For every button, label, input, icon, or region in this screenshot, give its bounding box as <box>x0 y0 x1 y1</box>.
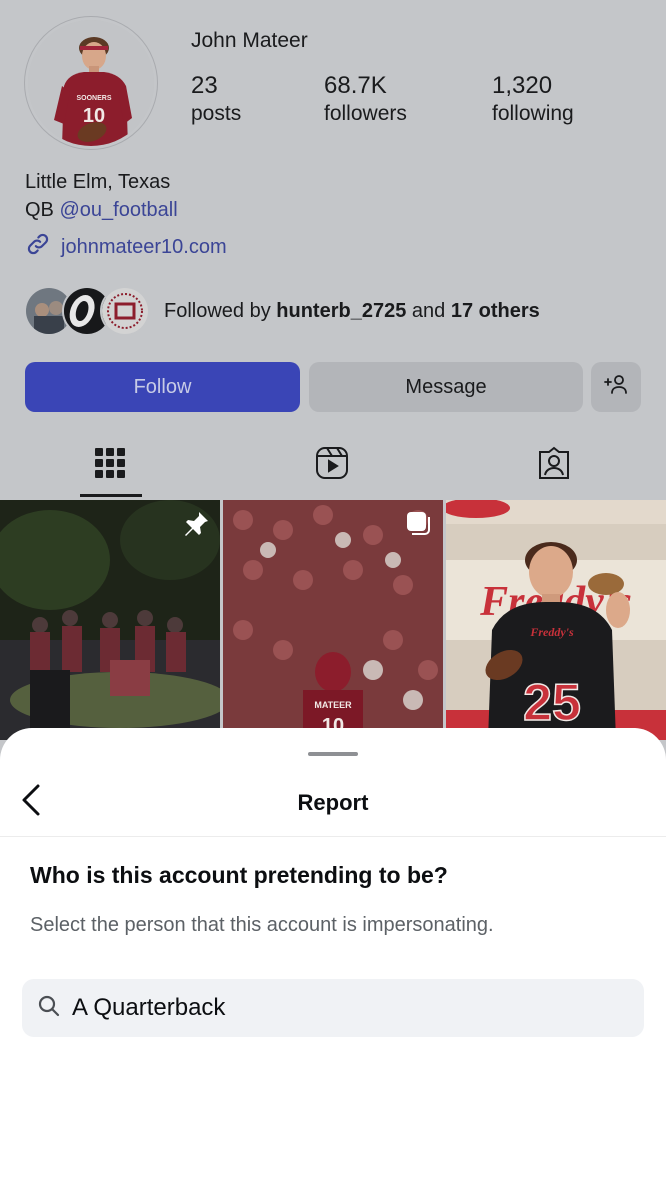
stat-posts-value: 23 <box>191 72 218 99</box>
followed-by[interactable]: Followed by hunterb_2725 and 17 others <box>24 285 540 337</box>
stat-posts-label: posts <box>191 102 242 125</box>
stat-following[interactable]: 1,320 following <box>492 72 574 126</box>
search-input[interactable] <box>72 994 632 1022</box>
post-3-photo: Freddy's Freddy's 25 <box>446 500 666 740</box>
suggested-users-button[interactable] <box>591 362 641 412</box>
sheet-title: Report <box>297 790 369 815</box>
grid-icon <box>94 447 126 484</box>
add-person-icon <box>604 374 628 400</box>
followed-by-and: and <box>411 299 446 322</box>
stat-followers[interactable]: 68.7K followers <box>324 72 407 126</box>
bio-role: QB <box>25 199 54 221</box>
stat-posts[interactable]: 23 posts <box>191 72 241 126</box>
link-icon <box>25 231 51 263</box>
bio: Little Elm, Texas QB @ou_football <box>25 168 178 224</box>
message-button[interactable]: Message <box>309 362 583 412</box>
sheet-divider <box>0 836 666 837</box>
profile-view: SOONERS 10 John Mateer 23 posts 68.7K fo… <box>0 0 666 740</box>
avatar: SOONERS 10 <box>28 20 154 146</box>
sheet-drag-handle[interactable] <box>308 752 358 756</box>
tab-posts-grid[interactable] <box>80 440 140 490</box>
followed-by-others: 17 others <box>450 299 540 322</box>
grid-post-1[interactable] <box>0 500 220 740</box>
svg-text:SOONERS: SOONERS <box>76 95 111 102</box>
active-tab-indicator <box>80 494 142 497</box>
stat-following-value: 1,320 <box>492 72 553 99</box>
avatar-photo: SOONERS 10 <box>28 20 154 146</box>
tagged-icon <box>537 446 571 485</box>
bio-role-line: QB @ou_football <box>25 196 178 224</box>
tab-tagged[interactable] <box>524 440 584 490</box>
search-field[interactable] <box>22 979 644 1037</box>
followed-by-text: Followed by hunterb_2725 and 17 others <box>164 300 540 323</box>
pin-icon <box>182 510 210 543</box>
followed-by-user: hunterb_2725 <box>276 299 407 322</box>
svg-text:25: 25 <box>523 674 581 732</box>
carousel-icon <box>405 510 433 543</box>
grid-post-2[interactable]: MATEER 10 <box>223 500 443 740</box>
website-text: johnmateer10.com <box>61 235 227 258</box>
bio-location: Little Elm, Texas <box>25 171 171 193</box>
report-subtitle: Select the person that this account is i… <box>30 914 494 936</box>
search-icon <box>38 995 60 1022</box>
website-link[interactable]: johnmateer10.com <box>25 231 227 263</box>
follow-button[interactable]: Follow <box>25 362 300 412</box>
grid-post-3[interactable]: Freddy's Freddy's 25 <box>446 500 666 740</box>
svg-text:MATEER: MATEER <box>314 700 352 710</box>
svg-text:Freddy's: Freddy's <box>529 625 574 639</box>
follower-avatar-3 <box>100 286 150 336</box>
tab-reels[interactable] <box>302 440 362 490</box>
report-sheet: Report Who is this account pretending to… <box>0 728 666 1200</box>
report-question: Who is this account pretending to be? <box>30 862 448 888</box>
profile-avatar-ring[interactable]: SOONERS 10 <box>24 16 158 150</box>
reels-icon <box>315 446 349 485</box>
followed-by-prefix: Followed by <box>164 299 271 322</box>
stat-followers-value: 68.7K <box>324 72 387 99</box>
stat-followers-label: followers <box>324 102 407 125</box>
bio-mention-link[interactable]: @ou_football <box>59 199 177 221</box>
profile-name: John Mateer <box>191 29 308 52</box>
stat-following-label: following <box>492 102 574 125</box>
